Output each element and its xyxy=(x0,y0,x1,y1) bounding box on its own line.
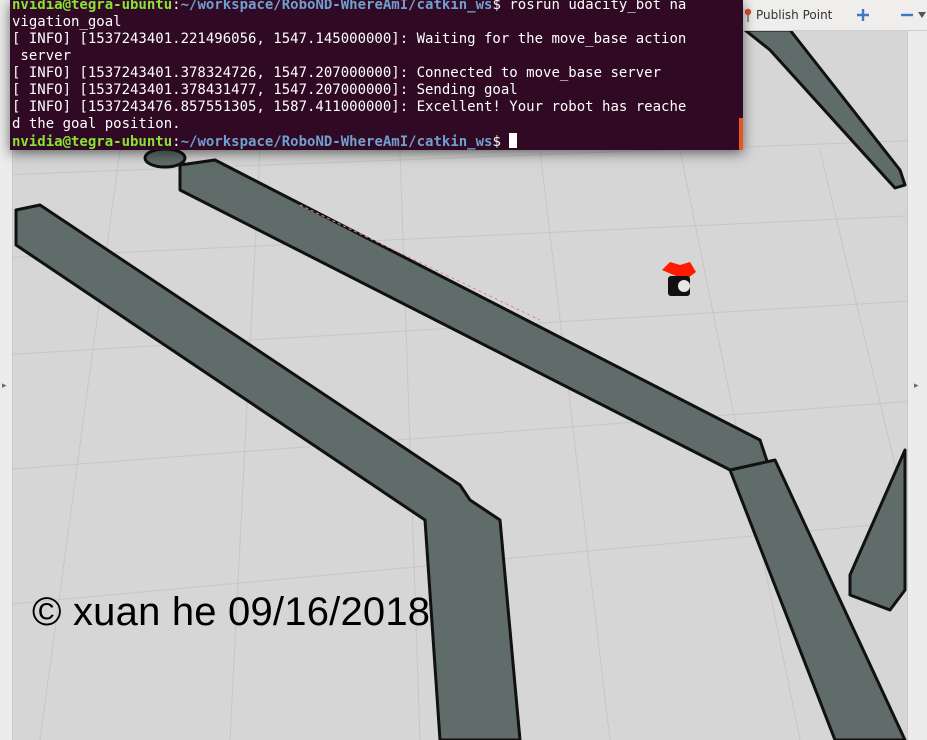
terminal-cursor xyxy=(509,133,518,148)
right-panel-handle[interactable]: ▸ xyxy=(907,0,927,740)
add-tool-button[interactable] xyxy=(852,4,873,26)
map-wall xyxy=(143,147,187,169)
log-line: [ INFO] [1537243476.857551305, 1587.4110… xyxy=(12,99,687,115)
prompt-user: nvidia@tegra-ubuntu xyxy=(12,134,173,150)
log-line: [ INFO] [1537243401.221496056, 1547.1450… xyxy=(12,31,687,47)
publish-point-tool[interactable]: Publish Point xyxy=(742,2,838,28)
expand-right-icon[interactable]: ▸ xyxy=(914,382,919,391)
rviz-toolbar: Publish Point xyxy=(742,0,927,31)
log-line: d the goal position. xyxy=(12,116,181,132)
log-line: [ INFO] [1537243401.378324726, 1547.2070… xyxy=(12,65,662,81)
plus-icon xyxy=(857,9,870,21)
copyright-watermark: © xuan he 09/16/2018 xyxy=(32,590,431,634)
prompt-path: ~/workspace/RoboND-WhereAmI/catkin_ws xyxy=(180,134,493,150)
terminal-command: rosrun udacity_bot na xyxy=(509,0,687,13)
expand-left-icon[interactable]: ▸ xyxy=(2,382,7,391)
terminal-window[interactable]: nvidia@tegra-ubuntu:~/workspace/RoboND-W… xyxy=(10,0,743,150)
chevron-down-icon xyxy=(918,12,927,18)
log-line: server xyxy=(12,48,72,64)
prompt-user: nvidia@tegra-ubuntu xyxy=(12,0,173,13)
prompt-symbol: $ xyxy=(492,0,501,13)
log-line: [ INFO] [1537243401.378431477, 1547.2070… xyxy=(12,82,518,98)
tool-dropdown[interactable] xyxy=(917,4,927,26)
prompt-path: ~/workspace/RoboND-WhereAmI/catkin_ws xyxy=(180,0,493,13)
pin-icon xyxy=(744,8,752,22)
publish-point-label: Publish Point xyxy=(756,8,833,22)
remove-tool-button[interactable] xyxy=(896,4,917,26)
terminal-scrollbar[interactable] xyxy=(739,118,743,150)
prompt-symbol: $ xyxy=(492,134,501,150)
terminal-output: nvidia@tegra-ubuntu:~/workspace/RoboND-W… xyxy=(12,0,686,151)
terminal-command-wrap: vigation_goal xyxy=(12,14,122,30)
minus-icon xyxy=(900,13,913,17)
